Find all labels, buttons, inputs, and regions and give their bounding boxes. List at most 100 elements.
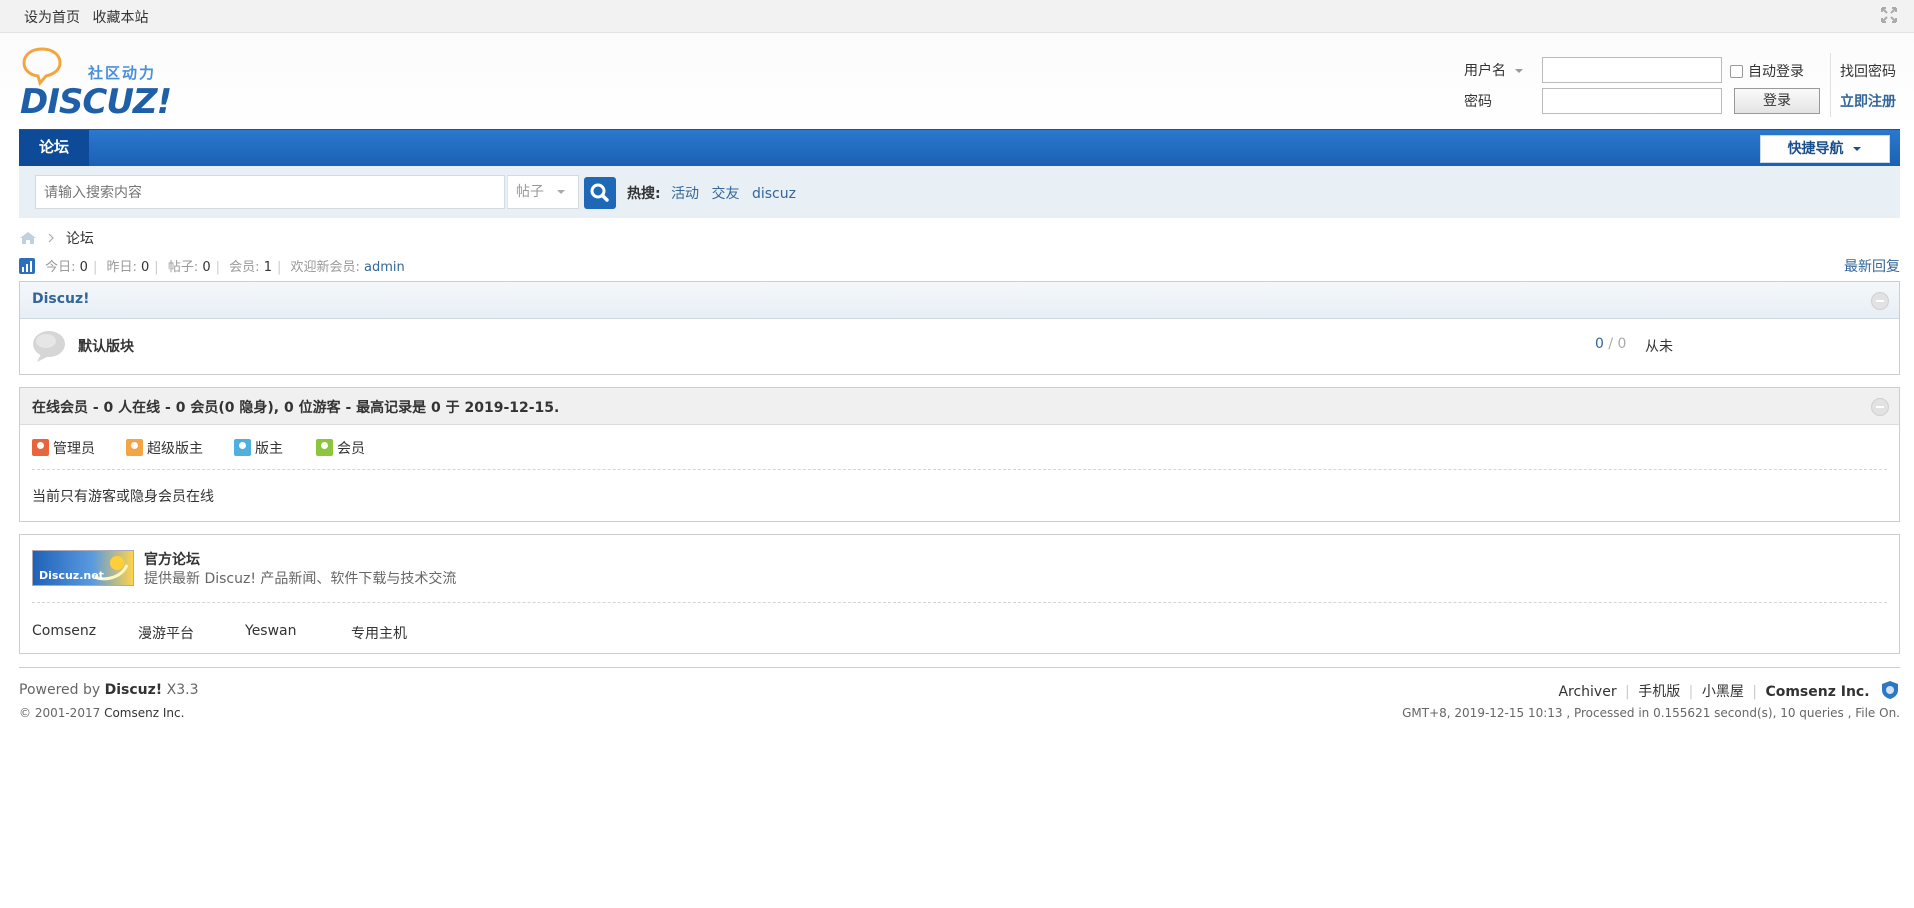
search-box [35, 175, 506, 209]
category-header: Discuz! [20, 282, 1899, 319]
yesterday-label: 昨日: [106, 260, 137, 275]
search-input[interactable] [36, 176, 506, 208]
username-label[interactable]: 用户名 [1464, 60, 1524, 80]
copyright: © 2001-2017 Comsenz Inc. [19, 706, 184, 720]
home-icon[interactable] [19, 231, 37, 245]
hot-search-item[interactable]: 交友 [712, 186, 740, 202]
forum-name-link[interactable]: 默认版块 [78, 336, 134, 356]
logo-slogan: 社区动力 [88, 64, 157, 82]
caret-down-icon [557, 190, 566, 194]
quick-nav-button[interactable]: 快捷导航 [1760, 135, 1890, 163]
main-nav: 论坛 快捷导航 [19, 129, 1900, 166]
archiver-link[interactable]: Archiver [1558, 684, 1616, 700]
posts-label: 帖子: [167, 260, 199, 275]
login-button[interactable]: 登录 [1734, 88, 1820, 114]
forum-stats: 今日: 0 | 昨日: 0 | 帖子: 0 | 会员: 1 | 欢迎新会员: admin… [19, 256, 1900, 275]
copyright-years: © 2001-2017 [19, 706, 101, 720]
login-form: 用户名 自动登录 找回密码 密码 登录 立即注册 [1464, 53, 1914, 117]
search-bar: 帖子 热搜: 活动 交友 discuz [19, 166, 1900, 218]
online-header: 在线会员 - 0 人在线 - 0 会员(0 隐身), 0 位游客 - 最高记录是… [20, 388, 1899, 425]
breadcrumb-current: 论坛 [65, 231, 94, 247]
discuz-net-logo[interactable]: Discuz.net [32, 550, 134, 586]
search-icon [590, 183, 609, 202]
debug-info: GMT+8, 2019-12-15 10:13 , Processed in 0… [1402, 706, 1900, 720]
search-type-select[interactable]: 帖子 [507, 175, 579, 209]
logo-text: Discuz.net [39, 569, 104, 582]
welcome-label: 欢迎新会员: [290, 260, 360, 275]
copyright-company-link[interactable]: Comsenz Inc. [104, 706, 184, 720]
powered-by: Powered by Discuz! X3.3 [19, 682, 198, 698]
members-label: 会员: [229, 260, 260, 275]
footer-links: Archiver | 手机版 | 小黑屋 | Comsenz Inc. [1558, 680, 1900, 701]
company-link[interactable]: Comsenz Inc. [1765, 684, 1869, 700]
forum-row: 默认版块 0 / 0 从未 [20, 319, 1899, 373]
mobile-link[interactable]: 手机版 [1638, 684, 1680, 700]
thread-count: 0 [1595, 336, 1604, 352]
logo-brand: DISCUZ! [20, 82, 172, 122]
top-bar: 设为首页 收藏本站 [0, 0, 1914, 33]
hot-search: 热搜: 活动 交友 discuz [627, 183, 804, 203]
hot-search-item[interactable]: discuz [752, 186, 796, 202]
official-forum-desc: 提供最新 Discuz! 产品新闻、软件下载与技术交流 [144, 571, 457, 587]
login-divider [1830, 53, 1831, 117]
legend-moderator: 版主 [234, 438, 283, 458]
friend-link[interactable]: 专用主机 [351, 623, 407, 643]
breadcrumb: 论坛 [19, 228, 94, 248]
friend-link[interactable]: Comsenz [32, 623, 96, 639]
collapse-icon[interactable] [1878, 4, 1900, 26]
moderator-user-icon [234, 439, 251, 456]
hot-search-label: 热搜: [627, 186, 661, 202]
blacklist-link[interactable]: 小黑屋 [1702, 684, 1744, 700]
password-input[interactable] [1542, 88, 1722, 114]
online-title: 在线会员 - 0 人在线 - 0 会员(0 隐身), 0 位游客 - 最高记录是… [32, 400, 560, 416]
set-home-link[interactable]: 设为首页 [24, 10, 80, 26]
member-user-icon [316, 439, 333, 456]
official-forum-link[interactable]: 官方论坛 [144, 549, 200, 569]
caret-down-icon [1853, 147, 1862, 151]
powered-prefix: Powered by [19, 682, 101, 698]
version: X3.3 [166, 682, 199, 698]
site-logo[interactable]: 社区动力 DISCUZ! [18, 45, 172, 122]
discuz-link[interactable]: Discuz! [105, 682, 163, 698]
today-label: 今日: [45, 260, 76, 275]
divider [32, 469, 1887, 470]
online-members: 在线会员 - 0 人在线 - 0 会员(0 隐身), 0 位游客 - 最高记录是… [19, 387, 1900, 522]
stats-chart-icon [19, 258, 35, 274]
forum-bubble-icon [33, 331, 65, 362]
caret-down-icon [1515, 69, 1524, 73]
footer-divider [19, 667, 1900, 668]
admin-user-icon [32, 439, 49, 456]
find-password-link[interactable]: 找回密码 [1840, 61, 1896, 81]
nav-tab-forum[interactable]: 论坛 [19, 130, 89, 166]
search-button[interactable] [584, 177, 616, 209]
friend-link[interactable]: 漫游平台 [138, 623, 194, 643]
newest-member-link[interactable]: admin [364, 260, 405, 275]
legend-super-mod: 超级版主 [126, 438, 203, 458]
category-title[interactable]: Discuz! [32, 291, 90, 307]
bookmark-link[interactable]: 收藏本站 [92, 10, 148, 26]
chevron-right-icon [49, 233, 55, 243]
friend-link[interactable]: Yeswan [245, 623, 297, 639]
latest-reply-link[interactable]: 最新回复 [1844, 256, 1900, 276]
members-count: 1 [263, 260, 272, 275]
username-input[interactable] [1542, 57, 1722, 83]
auto-login-checkbox[interactable] [1730, 65, 1743, 78]
official-links: Discuz.net 官方论坛 提供最新 Discuz! 产品新闻、软件下载与技… [19, 534, 1900, 654]
header: 社区动力 DISCUZ! 用户名 自动登录 找回密码 密码 登录 立即注册 [0, 33, 1914, 129]
divider [32, 602, 1887, 603]
top-links: 设为首页 收藏本站 [24, 7, 156, 27]
super-moderator-user-icon [126, 439, 143, 456]
posts-count: 0 [202, 260, 211, 275]
legend-admin: 管理员 [32, 438, 95, 458]
hot-search-item[interactable]: 活动 [671, 186, 699, 202]
forum-category: Discuz! 默认版块 0 / 0 从未 [19, 281, 1900, 375]
security-badge-icon[interactable] [1880, 680, 1900, 700]
register-link[interactable]: 立即注册 [1840, 91, 1896, 111]
collapse-icon[interactable] [1871, 292, 1889, 310]
last-post: 从未 [1645, 339, 1673, 355]
auto-login-label[interactable]: 自动登录 [1748, 61, 1804, 81]
forum-counts: 0 / 0 [1595, 336, 1627, 352]
collapse-icon[interactable] [1871, 398, 1889, 416]
today-count: 0 [79, 260, 88, 275]
post-count: 0 [1617, 336, 1627, 352]
